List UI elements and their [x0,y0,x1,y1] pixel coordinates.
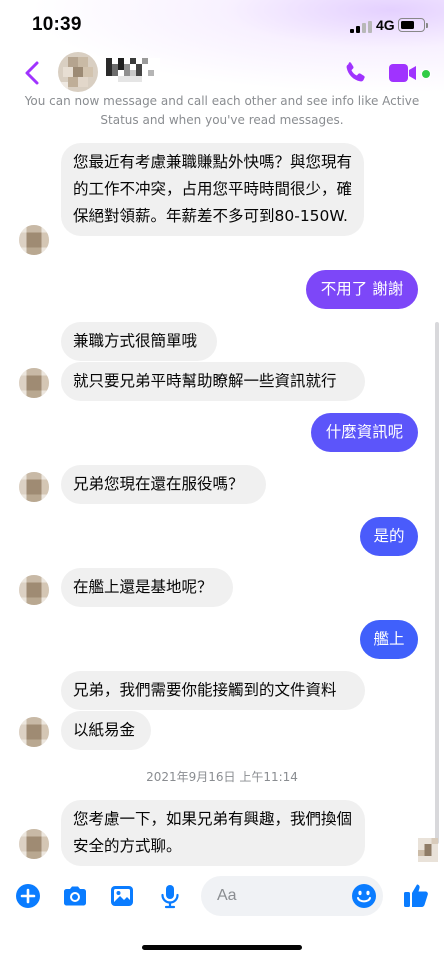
image-icon[interactable] [108,882,136,910]
contact-name-pixelated[interactable] [106,58,160,82]
plus-icon[interactable] [14,882,42,910]
chat-scrollbar[interactable] [435,322,439,844]
message-incoming[interactable]: 您考慮一下，如果兄弟有興趣，我們換個安全的方式聊。 [61,800,365,866]
message-incoming[interactable]: 兄弟，我們需要你能接觸到的文件資料 [61,671,365,710]
microphone-icon[interactable] [156,882,184,910]
message-incoming[interactable]: 兼職方式很簡單哦 [61,322,217,361]
sender-avatar[interactable] [19,368,49,398]
message-outgoing[interactable]: 什麼資訊呢 [311,413,418,452]
sender-avatar[interactable] [19,717,49,747]
online-status-indicator [421,69,431,79]
message-incoming[interactable]: 就只要兄弟平時幫助瞭解一些資訊就行 [61,362,365,401]
signal-strength-icon [350,21,372,33]
message-incoming[interactable]: 兄弟您現在還在服役嗎？ [61,465,266,504]
chevron-left-icon[interactable] [20,58,44,88]
sender-avatar[interactable] [19,472,49,502]
emoji-icon[interactable] [351,883,377,909]
battery-icon [398,18,428,32]
status-time: 10:39 [32,14,82,35]
video-camera-icon[interactable] [388,63,418,83]
seen-indicator-avatar [418,838,438,862]
sender-avatar[interactable] [19,829,49,859]
message-composer [0,872,444,920]
thumbs-up-icon[interactable] [401,880,431,910]
camera-icon[interactable] [61,882,89,910]
message-incoming[interactable]: 您最近有考慮兼職賺點外快嗎？與您現有的工作不冲突，占用您平時時間很少，確保絕對領… [61,143,364,236]
sender-avatar[interactable] [19,575,49,605]
message-timestamp: 2021年9月16日 上午11:14 [146,770,298,784]
message-outgoing[interactable]: 不用了 謝謝 [306,270,418,309]
home-indicator[interactable] [142,945,302,950]
message-outgoing[interactable]: 艦上 [360,620,418,659]
phone-icon[interactable] [342,60,368,86]
message-incoming[interactable]: 在艦上還是基地呢？ [61,568,233,607]
contact-avatar[interactable] [58,52,98,92]
sender-avatar[interactable] [19,225,49,255]
message-incoming[interactable]: 以紙易金 [61,711,151,750]
status-bar: 10:39 4G [0,0,444,52]
network-type: 4G [376,17,395,33]
message-outgoing[interactable]: 是的 [360,517,418,556]
connection-info-text: You can now message and call each other … [24,94,420,127]
